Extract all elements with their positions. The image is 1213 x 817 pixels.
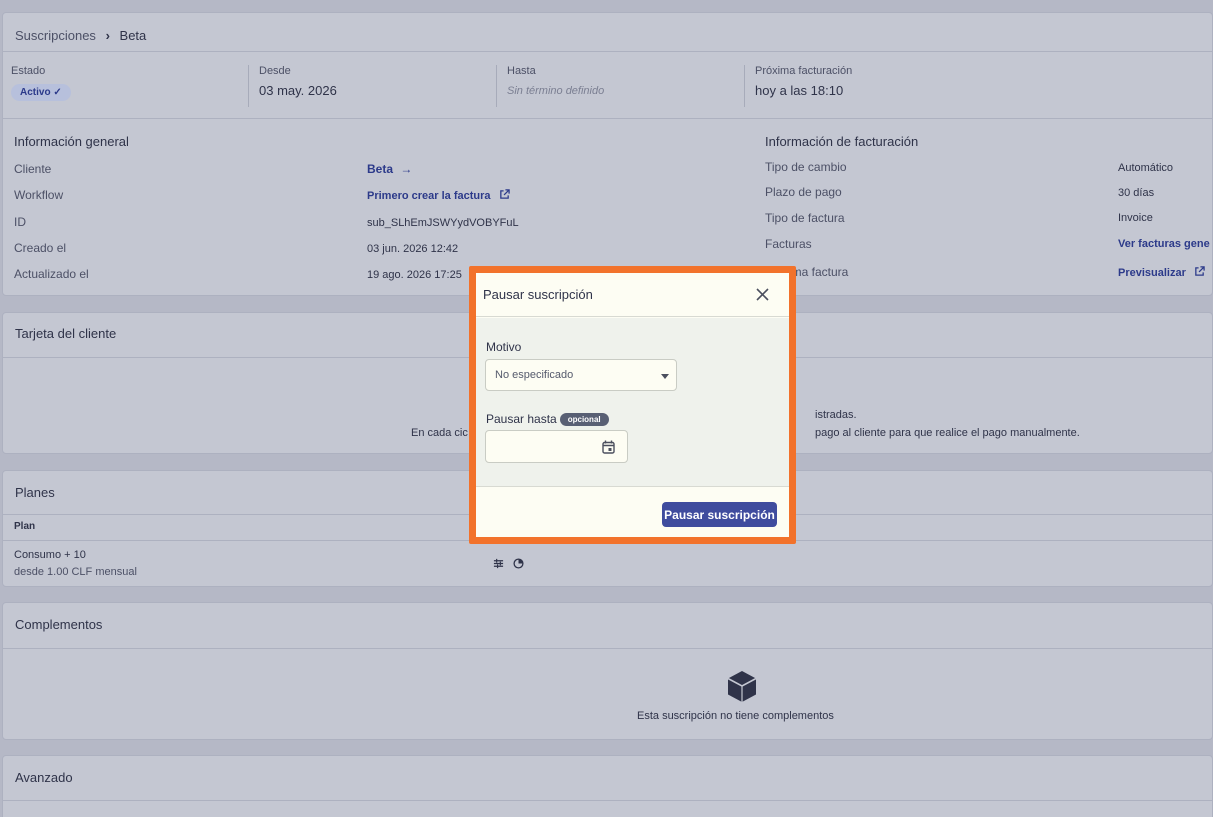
planes-title: Planes — [15, 485, 55, 500]
ver-facturas-link[interactable]: Ver facturas gene — [1118, 238, 1210, 250]
general-value-id: sub_SLhEmJSWYydVOBYFuL — [367, 217, 519, 229]
motivo-select-value: No especificado — [495, 369, 574, 381]
subscription-header-card: Suscripciones › Beta Estado Activo ✓ Des… — [2, 12, 1213, 296]
previsualizar-label: Previsualizar — [1118, 267, 1186, 279]
breadcrumb: Suscripciones › Beta — [15, 28, 146, 43]
stat-proxima-label: Próxima facturación — [755, 65, 853, 77]
general-label-workflow: Workflow — [14, 188, 64, 202]
arrow-right-icon: → — [400, 162, 413, 176]
pausar-hasta-date-input[interactable] — [485, 430, 628, 463]
stat-estado-label: Estado — [11, 65, 46, 77]
workflow-link[interactable]: Primero crear la factura — [367, 189, 510, 202]
cliente-link-label: Beta — [367, 162, 394, 176]
planes-col-plan: Plan — [14, 521, 36, 532]
complementos-empty: Esta suscripción no tiene complementos — [637, 710, 834, 722]
stat-estado: Estado Activo ✓ — [11, 65, 71, 115]
tarjeta-title: Tarjeta del cliente — [15, 326, 117, 341]
tarjeta-text-1: istradas. — [815, 409, 857, 421]
stat-hasta-label: Hasta — [507, 65, 536, 77]
workflow-link-label: Primero crear la factura — [367, 190, 491, 202]
billing-label-facturas: Facturas — [765, 237, 812, 251]
external-link-icon — [499, 189, 510, 199]
avanzado-card: Avanzado — [2, 755, 1213, 817]
tiers-icon[interactable] — [493, 558, 504, 569]
general-value-creado: 03 jun. 2026 12:42 — [367, 243, 459, 255]
tarjeta-text-2a: En cada cic — [411, 427, 468, 439]
billing-label-tipo-factura: Tipo de factura — [765, 211, 845, 225]
stat-proxima: Próxima facturación hoy a las 18:10 — [755, 65, 852, 115]
general-value-actualizado: 19 ago. 2026 17:25 — [367, 269, 462, 281]
motivo-select[interactable]: No especificado — [485, 359, 677, 391]
billing-label-plazo: Plazo de pago — [765, 185, 842, 199]
stat-hasta-value: Sin término definido — [507, 85, 605, 97]
billing-label-tipo-cambio: Tipo de cambio — [765, 160, 847, 174]
cliente-link[interactable]: Beta → — [367, 162, 412, 176]
tarjeta-text-2b: pago al cliente para que realice el pago… — [815, 427, 1080, 439]
stat-desde: Desde 03 may. 2026 — [259, 65, 337, 115]
plan-sub: desde 1.00 CLF mensual — [14, 566, 137, 578]
pausar-hasta-label: Pausar hasta — [486, 412, 557, 426]
breadcrumb-current: Beta — [119, 28, 147, 43]
stat-desde-value: 03 may. 2026 — [259, 83, 337, 98]
modal-header: Pausar suscripción — [476, 273, 789, 317]
general-label-actualizado: Actualizado el — [14, 267, 89, 281]
opcional-badge: opcional — [559, 413, 609, 427]
pause-subscription-button[interactable]: Pausar suscripción — [662, 502, 777, 527]
general-label-cliente: Cliente — [14, 162, 52, 176]
breadcrumb-root[interactable]: Suscripciones — [15, 28, 96, 43]
modal-title: Pausar suscripción — [483, 287, 593, 302]
avanzado-title: Avanzado — [15, 770, 73, 785]
general-label-creado: Creado el — [14, 241, 67, 255]
stat-desde-label: Desde — [259, 65, 291, 77]
pausar-hasta-field-label: Pausar hasta opcional — [486, 412, 609, 427]
pause-subscription-modal: Pausar suscripción Motivo No especificad… — [476, 273, 789, 537]
complementos-card: Complementos Esta suscripción no tiene c… — [2, 602, 1213, 740]
chevron-down-icon — [661, 374, 669, 379]
close-icon[interactable] — [756, 288, 769, 301]
stat-proxima-value: hoy a las 18:10 — [755, 83, 844, 98]
motivo-label: Motivo — [486, 340, 522, 354]
breadcrumb-separator-icon: › — [105, 28, 110, 43]
calendar-icon[interactable] — [602, 440, 615, 454]
plan-name: Consumo + 10 — [14, 549, 86, 561]
modal-body: Motivo No especificado Pausar hasta opcio… — [476, 318, 789, 487]
stat-hasta: Hasta Sin término definido — [507, 65, 604, 115]
box-icon — [727, 671, 757, 702]
billing-title: Información de facturación — [765, 134, 919, 149]
billing-value-tipo-cambio: Automático — [1118, 162, 1174, 174]
general-label-id: ID — [14, 215, 26, 229]
billing-value-plazo: 30 días — [1118, 187, 1155, 199]
general-title: Información general — [14, 134, 129, 149]
billing-value-tipo-factura: Invoice — [1118, 212, 1153, 224]
complementos-title: Complementos — [15, 617, 103, 632]
status-badge: Activo ✓ — [11, 84, 71, 101]
previsualizar-link[interactable]: Previsualizar — [1118, 266, 1205, 279]
usage-chart-icon[interactable] — [513, 558, 524, 569]
external-link-icon — [1195, 266, 1205, 276]
